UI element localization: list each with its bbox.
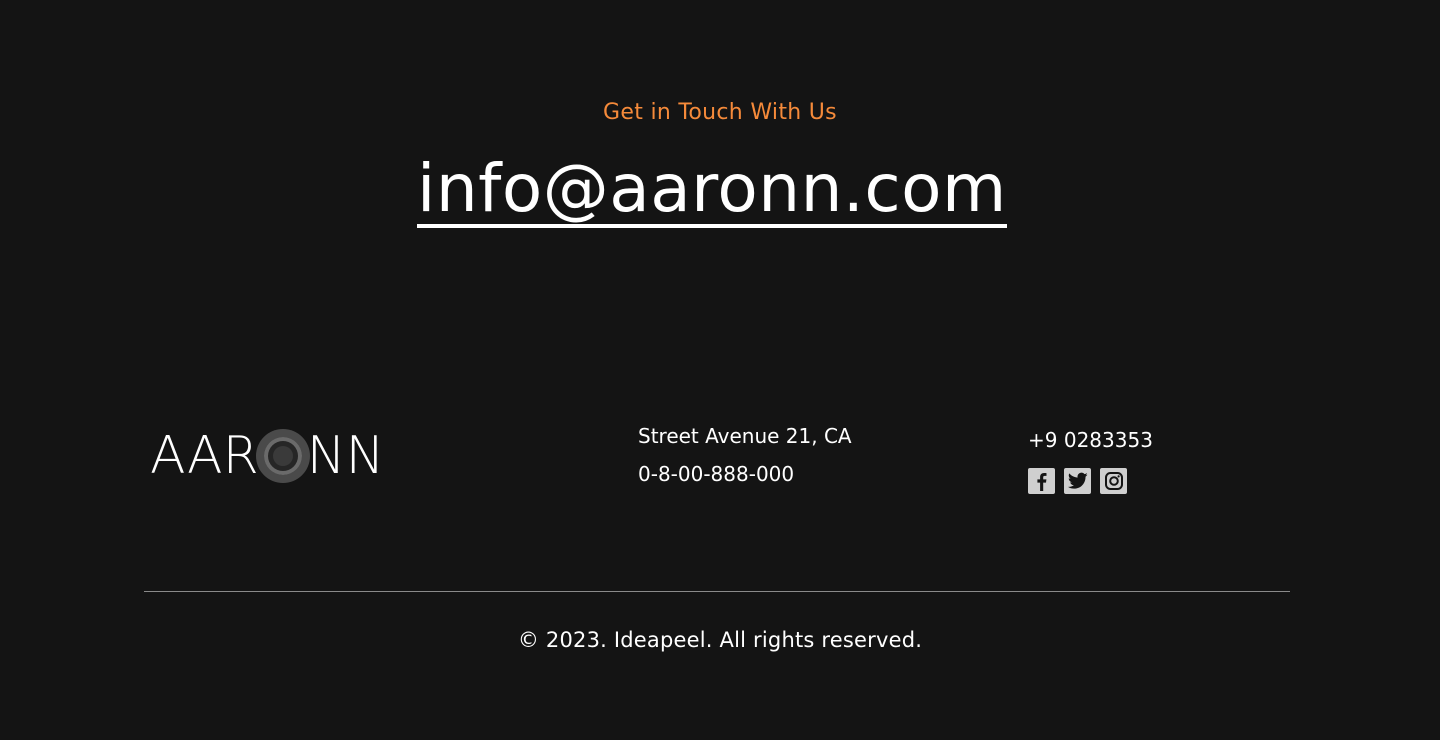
logo-text-part-1: AAR bbox=[150, 426, 259, 486]
facebook-link[interactable] bbox=[1028, 468, 1055, 494]
twitter-link[interactable] bbox=[1064, 468, 1091, 494]
copyright-text: © 2023. Ideapeel. All rights reserved. bbox=[517, 628, 923, 652]
instagram-icon bbox=[1104, 471, 1124, 491]
social-links bbox=[1028, 468, 1127, 494]
footer-phone: +9 0283353 bbox=[1028, 428, 1153, 452]
footer-divider bbox=[144, 591, 1290, 592]
logo-text-part-2: NN bbox=[306, 426, 385, 486]
contact-eyebrow: Get in Touch With Us bbox=[603, 100, 837, 125]
contact-email-link[interactable]: info@aaronn.com bbox=[417, 156, 1007, 228]
footer-logo[interactable]: AAR NN bbox=[150, 426, 385, 486]
logo-wordmark: AAR NN bbox=[150, 429, 385, 483]
facebook-icon bbox=[1032, 471, 1052, 491]
twitter-icon bbox=[1067, 472, 1088, 490]
logo-o-icon bbox=[255, 429, 310, 483]
instagram-link[interactable] bbox=[1100, 468, 1127, 494]
footer-address: Street Avenue 21, CA bbox=[638, 424, 852, 448]
footer-toll-free-phone: 0-8-00-888-000 bbox=[638, 462, 795, 486]
